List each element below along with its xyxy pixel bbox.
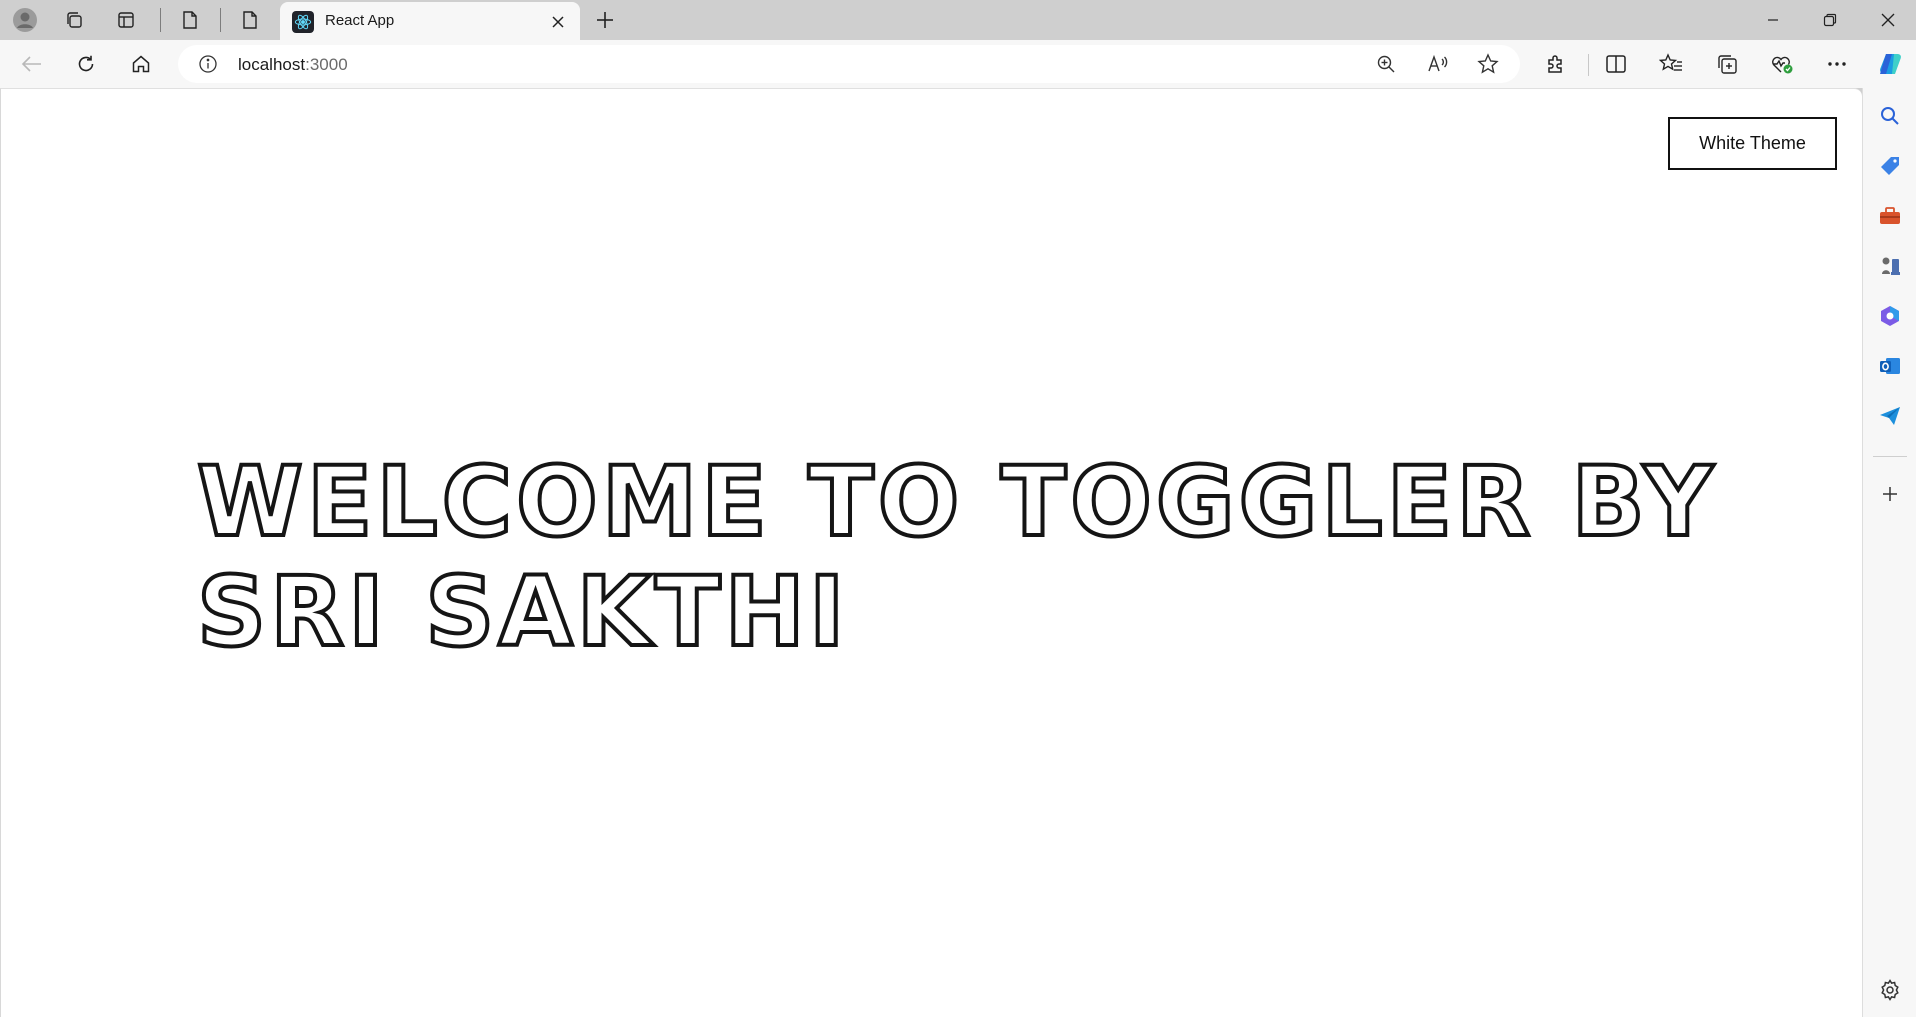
- new-tab-button[interactable]: [588, 6, 622, 34]
- tag-icon[interactable]: [1876, 152, 1904, 180]
- outlook-icon[interactable]: [1876, 352, 1904, 380]
- tab-separator: [160, 8, 161, 32]
- close-tab-icon[interactable]: [546, 10, 570, 34]
- sidebar-separator: [1873, 456, 1907, 457]
- office-icon[interactable]: [1876, 302, 1904, 330]
- tab-react-app[interactable]: React App: [280, 2, 580, 42]
- heart-pulse-icon[interactable]: [1764, 47, 1800, 81]
- tab-strip: React App: [0, 0, 1916, 42]
- url-text: localhost:3000: [238, 55, 348, 75]
- tab-separator: [220, 8, 221, 32]
- add-icon[interactable]: [1876, 480, 1904, 508]
- read-aloud-icon[interactable]: [1427, 54, 1449, 74]
- minimize-button[interactable]: [1745, 0, 1801, 40]
- url-host: localhost: [238, 55, 306, 74]
- zoom-in-icon[interactable]: [1376, 54, 1396, 74]
- copilot-icon[interactable]: [1872, 47, 1908, 81]
- vertical-tabs-icon[interactable]: [110, 6, 142, 34]
- pinned-tab-page-icon[interactable]: [174, 6, 206, 34]
- react-atom-icon: [292, 11, 314, 33]
- address-bar[interactable]: localhost:3000: [178, 45, 1520, 83]
- close-window-button[interactable]: [1860, 0, 1916, 40]
- welcome-heading: WELCOME TO TOGGLER BY SRI SAKTHI: [195, 445, 1717, 669]
- chess-icon[interactable]: [1876, 252, 1904, 280]
- tab-title: React App: [325, 12, 395, 29]
- toolbox-icon[interactable]: [1876, 202, 1904, 230]
- puzzle-icon[interactable]: [1538, 47, 1574, 81]
- theme-toggle-button[interactable]: White Theme: [1668, 117, 1837, 170]
- refresh-icon[interactable]: [68, 47, 104, 81]
- url-port: :3000: [305, 55, 348, 74]
- pinned-tab-page-icon[interactable]: [234, 6, 266, 34]
- edge-sidebar: [1862, 88, 1916, 1017]
- search-icon[interactable]: [1876, 102, 1904, 130]
- workspaces-icon[interactable]: [58, 6, 90, 34]
- split-screen-icon[interactable]: [1598, 47, 1634, 81]
- home-icon[interactable]: [123, 47, 159, 81]
- collections-icon[interactable]: [1709, 47, 1745, 81]
- page-viewport: White Theme WELCOME TO TOGGLER BY SRI SA…: [0, 88, 1862, 1017]
- star-icon[interactable]: [1477, 53, 1499, 75]
- back-arrow-icon[interactable]: [14, 47, 50, 81]
- info-icon[interactable]: [198, 54, 218, 74]
- toolbar-separator: [1588, 54, 1589, 76]
- more-icon[interactable]: [1819, 47, 1855, 81]
- profile-avatar-icon[interactable]: [9, 6, 41, 34]
- browser-toolbar: localhost:3000: [0, 40, 1916, 88]
- send-icon[interactable]: [1876, 402, 1904, 430]
- settings-icon[interactable]: [1876, 976, 1904, 1004]
- favorites-icon[interactable]: [1653, 47, 1689, 81]
- restore-button[interactable]: [1802, 0, 1858, 40]
